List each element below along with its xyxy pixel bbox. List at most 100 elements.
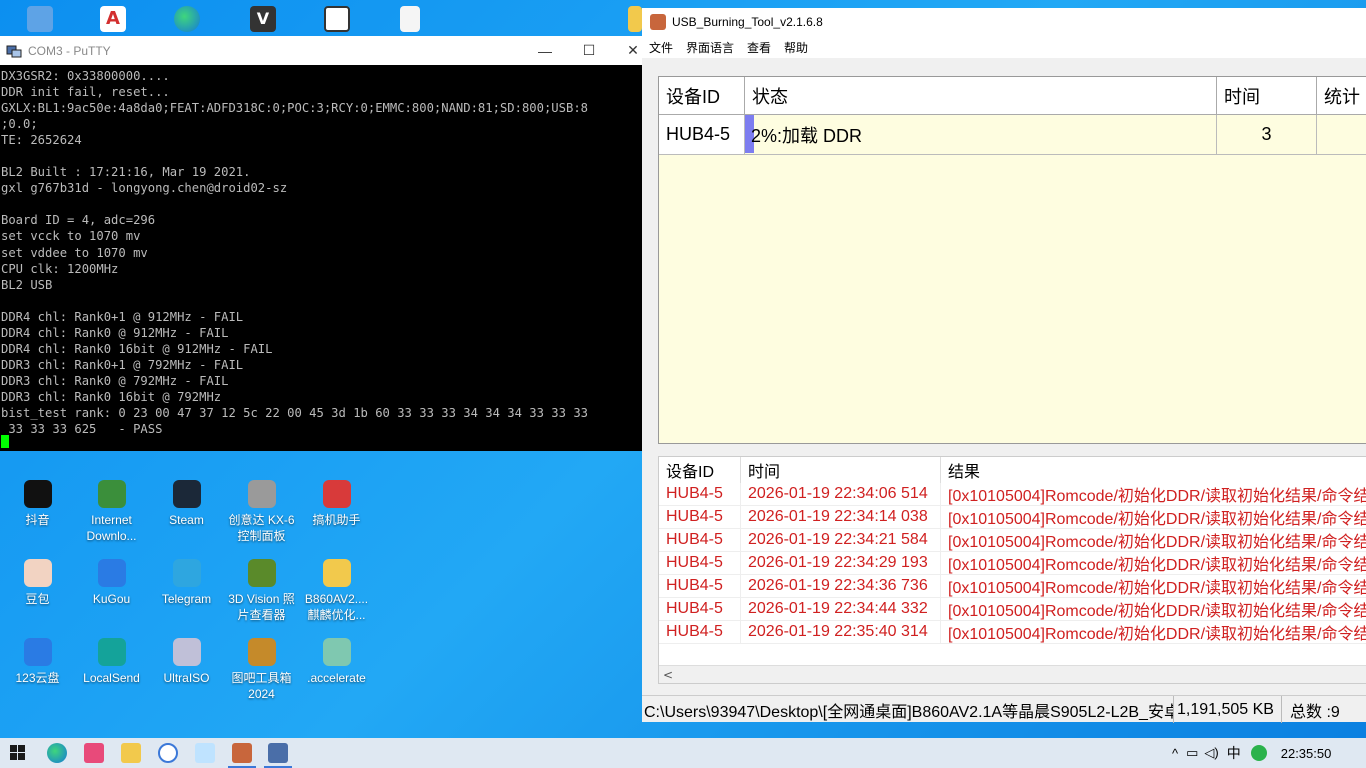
log-table-header: 设备ID 时间 结果 (659, 457, 1366, 483)
menu-bar: 文件 界面语言 查看 帮助 (642, 36, 1366, 58)
desktop-icon[interactable]: Telegram (149, 559, 224, 607)
log-header-time[interactable]: 时间 (741, 457, 941, 483)
wechat-icon[interactable] (1250, 745, 1267, 761)
desktop-icon[interactable]: KuGou (74, 559, 149, 607)
desktop-icon-label: 搞机助手 (312, 513, 361, 527)
log-time-cell: 2026-01-19 22:34:29 193 (741, 552, 941, 575)
log-header-result[interactable]: 结果 (941, 457, 1366, 483)
device-row[interactable]: HUB4-5 2%:加载 DDR 3 9 (659, 115, 1366, 155)
network-icon[interactable]: ▭ (1186, 745, 1198, 761)
tool-icon (322, 480, 351, 508)
log-device-cell: HUB4-5 (659, 575, 741, 598)
log-row[interactable]: HUB4-5 2026-01-19 22:35:40 314 [0x10105004… (659, 621, 1366, 644)
autocad-icon[interactable]: A (100, 6, 126, 32)
desktop-icon[interactable]: UltraISO (149, 638, 224, 686)
desktop-icon-label: UltraISO (163, 671, 210, 685)
log-row[interactable]: HUB4-5 2026-01-19 22:34:29 193 [0x10105004… (659, 552, 1366, 575)
log-header-device[interactable]: 设备ID (659, 457, 741, 483)
desktop-icon-label: Telegram (161, 592, 212, 606)
menu-file[interactable]: 文件 (642, 39, 679, 56)
log-result-cell: [0x10105004]Romcode/初始化DDR/读取初始化结果/命令结 (941, 621, 1366, 644)
putty-taskbar-icon[interactable] (268, 743, 288, 763)
system-tray: ^ ▭ ◁) 中 22:35:50 (1172, 738, 1331, 768)
log-time-cell: 2026-01-19 22:34:21 584 (741, 529, 941, 552)
log-time-cell: 2026-01-19 22:34:36 736 (741, 575, 941, 598)
start-icon[interactable] (10, 745, 26, 761)
scroll-left-icon[interactable]: < (663, 668, 673, 682)
terminal-area[interactable]: DX3GSR2: 0x33800000.... DDR init fail, r… (0, 65, 642, 451)
doubao-icon (23, 559, 52, 587)
ventoy-icon[interactable]: V (250, 6, 276, 32)
douyin-icon (23, 480, 52, 508)
document-icon[interactable] (400, 6, 420, 32)
desktop-icon[interactable]: 抖音 (0, 480, 75, 528)
computer-icon[interactable] (27, 6, 53, 32)
input-method-indicator[interactable]: 中 (1227, 743, 1241, 763)
stat-cell: 9 (1317, 115, 1366, 155)
volume-icon[interactable]: ◁) (1204, 745, 1218, 761)
header-status[interactable]: 状态 (745, 77, 1217, 115)
menu-view[interactable]: 查看 (740, 39, 777, 56)
menu-language[interactable]: 界面语言 (679, 39, 740, 56)
log-rows: HUB4-5 2026-01-19 22:34:06 514 [0x10105004… (659, 483, 1366, 644)
log-device-cell: HUB4-5 (659, 621, 741, 644)
microphone-icon (247, 480, 276, 508)
desktop-icon-label: 抖音 (25, 513, 50, 527)
desktop-icon[interactable]: B860AV2.... 麒麟优化... (299, 559, 374, 623)
putty-window[interactable]: COM3 - PuTTY — ☐ ✕ DX3GSR2: 0x33800000..… (0, 36, 642, 451)
putty-title-text: COM3 - PuTTY (28, 43, 111, 58)
idm-icon (97, 480, 126, 508)
localsend-icon (97, 638, 126, 666)
desktop-icon[interactable]: .accelerate (299, 638, 374, 686)
minimize-button[interactable]: — (522, 36, 568, 65)
device-table-header: 设备ID 状态 时间 统计 (659, 77, 1366, 115)
log-row[interactable]: HUB4-5 2026-01-19 22:34:14 038 [0x10105004… (659, 506, 1366, 529)
link-icon[interactable] (324, 6, 350, 32)
log-row[interactable]: HUB4-5 2026-01-19 22:34:06 514 [0x10105004… (659, 483, 1366, 506)
putty-titlebar[interactable]: COM3 - PuTTY — ☐ ✕ (0, 36, 642, 65)
usb-titlebar[interactable]: USB_Burning_Tool_v2.1.6.8 (642, 8, 1366, 36)
desktop-icon-label: 3D Vision 照片查看器 (228, 592, 295, 622)
desktop-icon[interactable]: 搞机助手 (299, 480, 374, 528)
desktop-icon[interactable]: 豆包 (0, 559, 75, 607)
desktop-icon[interactable]: 123云盘 (0, 638, 75, 686)
taskbar: ^ ▭ ◁) 中 22:35:50 (0, 738, 1366, 768)
file-explorer-icon[interactable] (121, 743, 141, 763)
desktop-icon-label: .accelerate (307, 671, 366, 685)
log-result-cell: [0x10105004]Romcode/初始化DDR/读取初始化结果/命令结 (941, 483, 1366, 506)
desktop-icon-label: 图吧工具箱 2024 (231, 671, 292, 701)
desktop-icon[interactable]: 3D Vision 照片查看器 (224, 559, 299, 623)
steam-icon (172, 480, 201, 508)
log-time-cell: 2026-01-19 22:35:40 314 (741, 621, 941, 644)
log-row[interactable]: HUB4-5 2026-01-19 22:34:36 736 [0x10105004… (659, 575, 1366, 598)
header-time[interactable]: 时间 (1217, 77, 1317, 115)
desktop-icon-label: 123云盘 (15, 671, 60, 685)
chevron-up-icon[interactable]: ^ (1172, 746, 1178, 761)
header-stat[interactable]: 统计 (1317, 77, 1366, 115)
desktop-icon[interactable]: LocalSend (74, 638, 149, 686)
edge-icon[interactable] (174, 6, 200, 32)
network-app-icon[interactable] (158, 743, 178, 763)
log-row[interactable]: HUB4-5 2026-01-19 22:34:44 332 [0x10105004… (659, 598, 1366, 621)
clock[interactable]: 22:35:50 (1281, 746, 1332, 761)
telegram-icon (172, 559, 201, 587)
status-size: 1,191,505 KB (1174, 696, 1282, 723)
folder-icon[interactable] (628, 6, 642, 32)
desktop-icon[interactable]: 创意达 KX-6 控制面板 (224, 480, 299, 544)
desktop-icon[interactable]: Steam (149, 480, 224, 528)
desktop-icon[interactable]: Internet Downlo... (74, 480, 149, 544)
horizontal-scrollbar[interactable]: < (659, 665, 1366, 683)
log-time-cell: 2026-01-19 22:34:44 332 (741, 598, 941, 621)
log-row[interactable]: HUB4-5 2026-01-19 22:34:21 584 [0x10105004… (659, 529, 1366, 552)
maximize-button[interactable]: ☐ (566, 36, 612, 65)
usb-burning-tool-window[interactable]: USB_Burning_Tool_v2.1.6.8 文件 界面语言 查看 帮助 … (642, 8, 1366, 723)
usb-body: 设备ID 状态 时间 统计 HUB4-5 2%:加载 DDR 3 9 设备ID (642, 58, 1366, 723)
desktop-icon-label: Internet Downlo... (86, 513, 137, 543)
notepad-icon[interactable] (195, 743, 215, 763)
edge-taskbar-icon[interactable] (47, 743, 67, 763)
desktop-icon[interactable]: 图吧工具箱 2024 (224, 638, 299, 702)
music-app-icon[interactable] (84, 743, 104, 763)
usb-tool-taskbar-icon[interactable] (232, 743, 252, 763)
menu-help[interactable]: 帮助 (777, 39, 814, 56)
header-device-id[interactable]: 设备ID (659, 77, 745, 115)
